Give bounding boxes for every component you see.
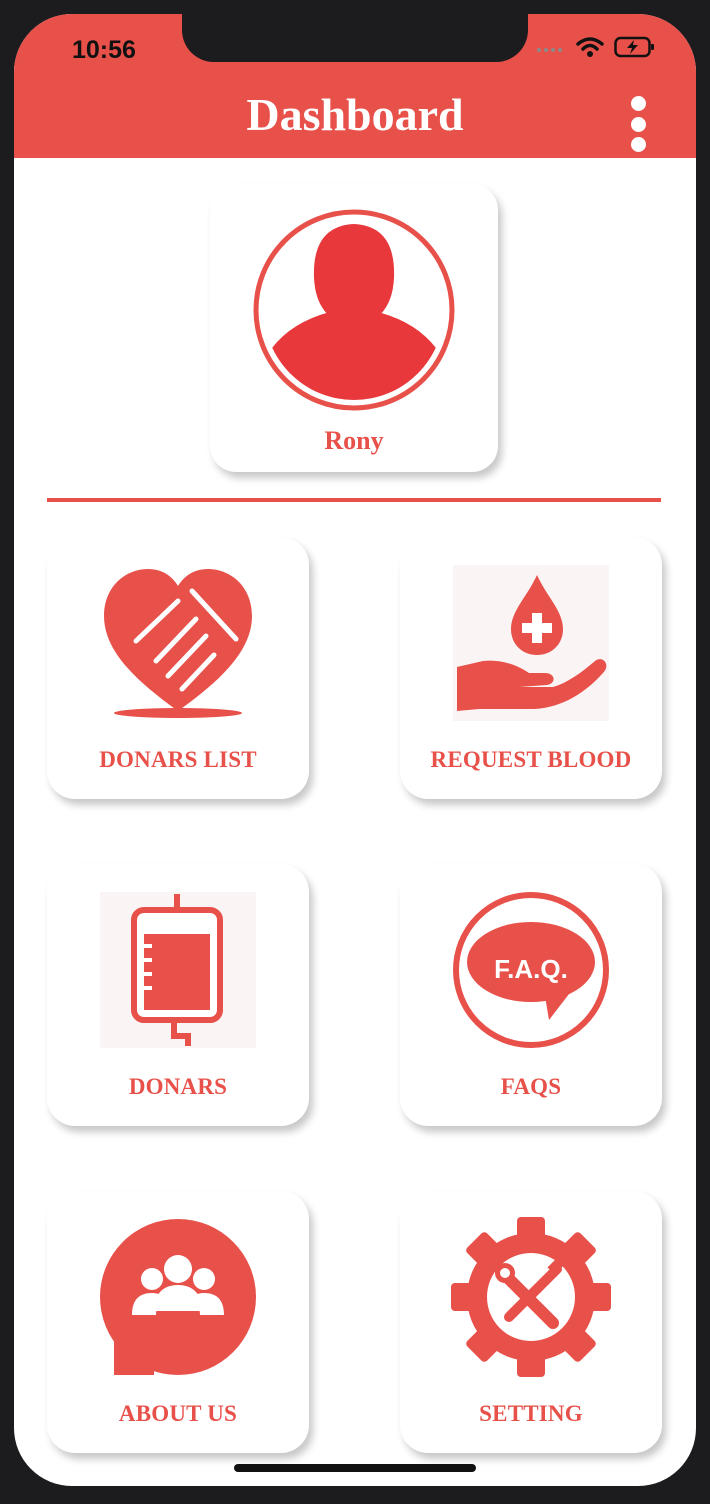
- menu-dot: [630, 137, 646, 152]
- battery-icon: [614, 36, 656, 63]
- tile-label: REQUEST BLOOD: [430, 747, 632, 772]
- avatar-icon: [252, 208, 456, 412]
- tile-label: FAQS: [500, 1074, 562, 1099]
- blood-drop-hand-icon: [449, 563, 613, 723]
- more-menu-button[interactable]: [630, 96, 646, 152]
- faq-bubble-icon: F.A.Q.: [449, 890, 613, 1050]
- profile-card[interactable]: Rony: [210, 184, 498, 472]
- tile-label: DONARS LIST: [99, 747, 257, 772]
- menu-dot: [630, 116, 646, 132]
- gear-tools-icon: [449, 1217, 613, 1377]
- faqs-tile[interactable]: F.A.Q. FAQS: [400, 864, 662, 1126]
- tile-label: ABOUT US: [118, 1401, 238, 1426]
- section-divider: [47, 498, 661, 502]
- status-icons: [536, 36, 656, 63]
- app-bar: 10:56 Dashboard: [14, 14, 696, 158]
- setting-tile[interactable]: SETTING: [400, 1191, 662, 1453]
- menu-dot: [630, 96, 646, 111]
- handshake-heart-icon: [96, 563, 260, 723]
- tile-label: DONARS: [128, 1074, 228, 1099]
- donars-tile[interactable]: DONARS: [47, 864, 309, 1126]
- group-chat-icon: [96, 1217, 260, 1377]
- page-title: Dashboard: [246, 89, 464, 140]
- wifi-icon: [576, 36, 604, 63]
- signal-icon: [536, 41, 566, 59]
- app-screen: 10:56 Dashboard Rony DONARS LIST REQUEST…: [14, 14, 696, 1486]
- about-us-tile[interactable]: ABOUT US: [47, 1191, 309, 1453]
- device-notch: [182, 14, 528, 62]
- home-indicator[interactable]: [234, 1464, 476, 1472]
- faq-icon-text: F.A.Q.: [494, 954, 568, 984]
- tile-label: SETTING: [479, 1401, 583, 1426]
- request-blood-tile[interactable]: REQUEST BLOOD: [400, 537, 662, 799]
- profile-name: Rony: [324, 426, 384, 455]
- donars-list-tile[interactable]: DONARS LIST: [47, 537, 309, 799]
- blood-bag-icon: [96, 890, 260, 1050]
- status-time: 10:56: [72, 36, 136, 64]
